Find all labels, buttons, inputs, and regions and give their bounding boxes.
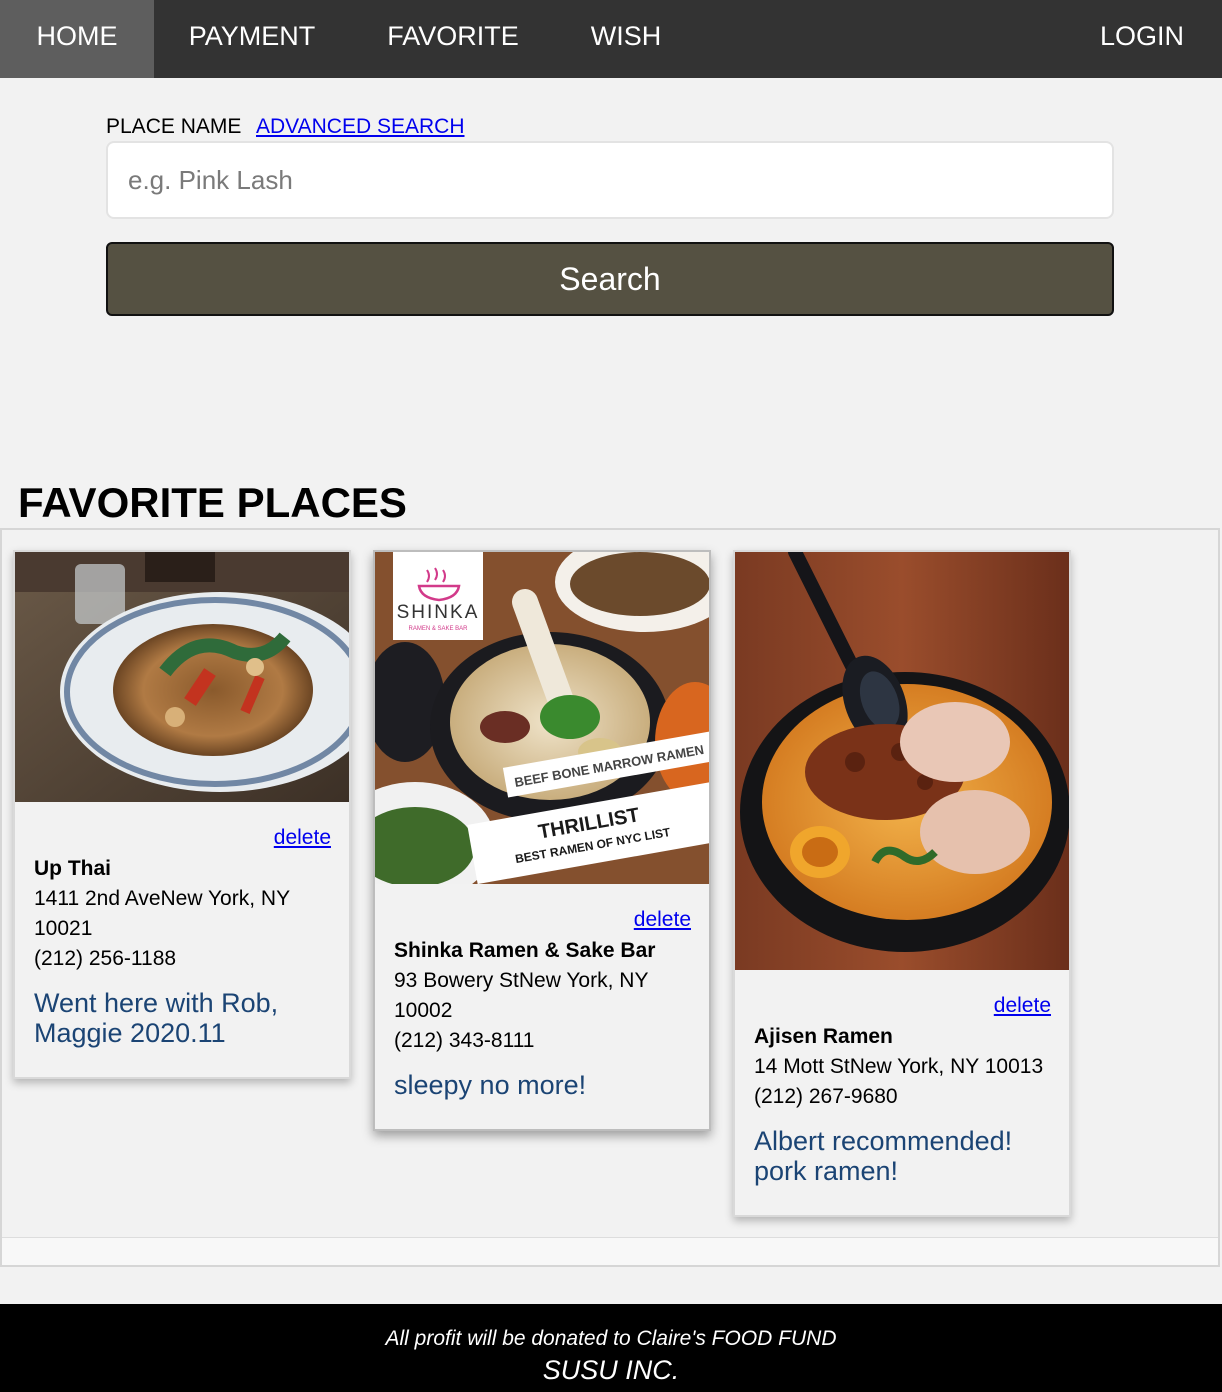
place-name-label: PLACE NAME (106, 115, 242, 138)
place-address: 14 Mott StNew York, NY 10013 (754, 1055, 1044, 1078)
place-phone: (212) 267-9680 (754, 1085, 898, 1108)
delete-link[interactable]: delete (274, 826, 331, 850)
nav-payment[interactable]: PAYMENT (154, 0, 350, 78)
page-footer: All profit will be donated to Claire's F… (0, 1304, 1222, 1392)
place-name: Up Thai (34, 857, 111, 880)
place-name-input[interactable] (106, 141, 1114, 219)
delete-link[interactable]: delete (994, 994, 1051, 1018)
place-note: sleepy no more! (394, 1070, 587, 1100)
card-details: Shinka Ramen & Sake Bar 93 Bowery StNew … (394, 936, 695, 1100)
noodle-dish-photo (15, 552, 349, 802)
card-details: Up Thai 1411 2nd AveNew York, NY 10021 (… (34, 854, 335, 1048)
place-name: Shinka Ramen & Sake Bar (394, 939, 656, 962)
top-navbar: HOME PAYMENT FAVORITE WISH LOGIN (0, 0, 1222, 78)
nav-login[interactable]: LOGIN (1070, 0, 1214, 78)
place-note: Albert recommended! pork ramen! (754, 1126, 1013, 1186)
place-phone: (212) 256-1188 (34, 947, 177, 970)
footer-company-name: SUSU INC. (542, 1355, 680, 1385)
place-phone: (212) 343-8111 (394, 1029, 535, 1052)
card-photo-ajisen (735, 552, 1069, 970)
place-address: 93 Bowery StNew York, NY 10002 (394, 969, 649, 1022)
shinka-logo-text: SHINKA (397, 602, 480, 623)
favorite-card-ajisen: delete Ajisen Ramen 14 Mott StNew York, … (733, 550, 1071, 1217)
card-details: Ajisen Ramen 14 Mott StNew York, NY 1001… (754, 1022, 1055, 1186)
delete-link[interactable]: delete (634, 908, 691, 932)
favorites-panel-footer-strip (2, 1237, 1218, 1265)
place-address: 1411 2nd AveNew York, NY 10021 (34, 887, 290, 940)
ramen-promo-photo: SHINKA RAMEN & SAKE BAR BEEF BONE MARROW… (375, 552, 709, 884)
place-name: Ajisen Ramen (754, 1025, 893, 1048)
search-button[interactable]: Search (106, 242, 1114, 316)
nav-home[interactable]: HOME (0, 0, 154, 78)
card-photo-shinka: SHINKA RAMEN & SAKE BAR BEEF BONE MARROW… (375, 552, 709, 884)
footer-donation-text: All profit will be donated to Claire's F… (385, 1327, 837, 1350)
nav-favorite[interactable]: FAVORITE (350, 0, 556, 78)
favorite-card-up-thai: delete Up Thai 1411 2nd AveNew York, NY … (13, 550, 351, 1079)
place-note: Went here with Rob, Maggie 2020.11 (34, 988, 279, 1048)
shinka-logo-subtext: RAMEN & SAKE BAR (408, 626, 468, 632)
favorite-card-shinka: SHINKA RAMEN & SAKE BAR BEEF BONE MARROW… (373, 550, 711, 1131)
favorite-places-heading: FAVORITE PLACES (18, 479, 407, 526)
nav-wish[interactable]: WISH (556, 0, 696, 78)
spicy-ramen-photo (735, 552, 1069, 970)
card-photo-up-thai (15, 552, 349, 802)
advanced-search-link[interactable]: ADVANCED SEARCH (256, 114, 464, 140)
